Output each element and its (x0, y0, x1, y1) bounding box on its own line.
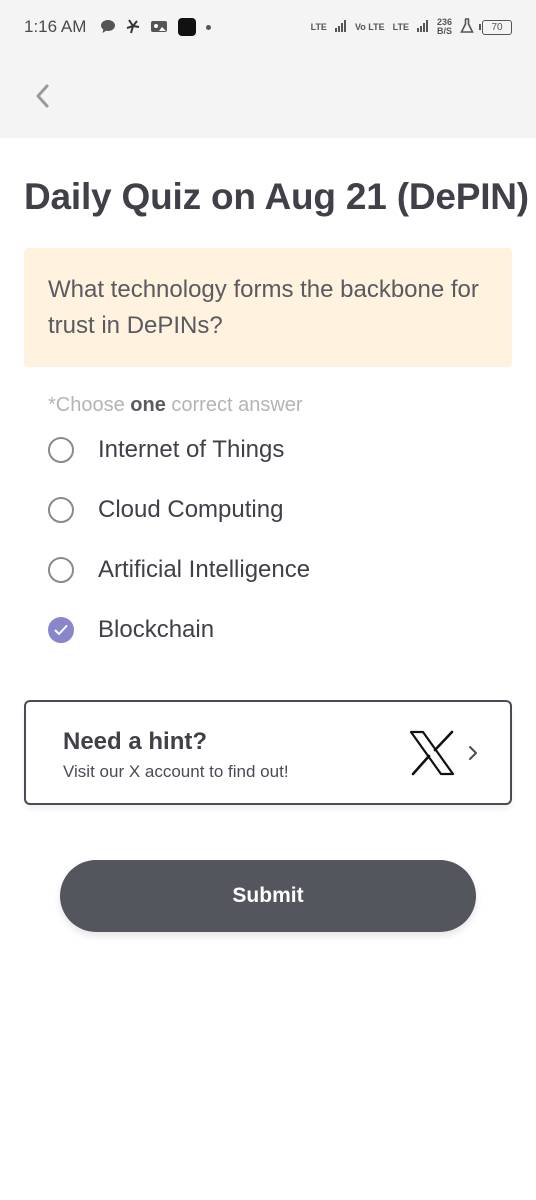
back-button[interactable] (28, 80, 56, 112)
question-text: What technology forms the backbone for t… (48, 276, 479, 339)
x-logo-icon (409, 730, 455, 776)
hint-subtitle: Visit our X account to find out! (63, 762, 289, 781)
radio-button[interactable] (48, 557, 74, 583)
option-label: Artificial Intelligence (98, 556, 311, 583)
option-blockchain[interactable]: Blockchain (48, 610, 488, 650)
page-title: Daily Quiz on Aug 21 (DePIN) (24, 176, 529, 217)
app-square-icon (178, 18, 197, 36)
submit-button[interactable]: Submit (60, 860, 476, 932)
option-cloud-computing[interactable]: Cloud Computing (48, 490, 488, 530)
pinwheel-icon (126, 18, 140, 36)
option-label: Blockchain (98, 616, 215, 643)
network-volte: Vo LTE (354, 22, 385, 32)
option-internet-of-things[interactable]: Internet of Things (48, 430, 488, 470)
chevron-left-icon (36, 84, 49, 108)
radio-button[interactable] (48, 497, 74, 523)
hint-card[interactable]: Need a hint? Visit our X account to find… (24, 700, 512, 805)
flask-icon (460, 18, 474, 36)
instruction-emphasis: one (130, 394, 166, 416)
radio-button-checked[interactable] (48, 617, 74, 643)
answer-instruction: *Choose one correct answer (48, 394, 303, 417)
status-bar: 1:16 AM LTE Vo LTE LTE 236 B/S 70 (0, 0, 536, 54)
network-lte-1: LTE (310, 22, 327, 32)
network-speed-unit: B/S (436, 26, 452, 36)
network-lte-2: LTE (392, 22, 409, 32)
nav-bar (0, 54, 536, 138)
status-left: 1:16 AM (24, 17, 212, 37)
dot-icon (206, 24, 212, 30)
instruction-suffix: correct answer (165, 394, 303, 416)
battery-level: 70 (491, 21, 503, 33)
status-time: 1:16 AM (24, 17, 87, 36)
status-right: LTE Vo LTE LTE 236 B/S 70 (311, 0, 512, 54)
signal-icon (334, 20, 347, 34)
hint-title: Need a hint? (63, 728, 208, 755)
photo-icon (150, 19, 168, 35)
chat-bubble-icon (100, 19, 116, 36)
checkmark-icon (54, 625, 68, 635)
question-box: What technology forms the backbone for t… (24, 248, 512, 367)
option-artificial-intelligence[interactable]: Artificial Intelligence (48, 550, 488, 590)
signal-icon (416, 20, 429, 34)
chevron-right-icon (469, 746, 477, 760)
battery-icon: 70 (479, 19, 512, 35)
network-speed: 236 B/S (437, 18, 452, 36)
option-label: Internet of Things (98, 436, 285, 463)
radio-button[interactable] (48, 437, 74, 463)
option-label: Cloud Computing (98, 496, 284, 523)
instruction-prefix: *Choose (48, 394, 131, 416)
